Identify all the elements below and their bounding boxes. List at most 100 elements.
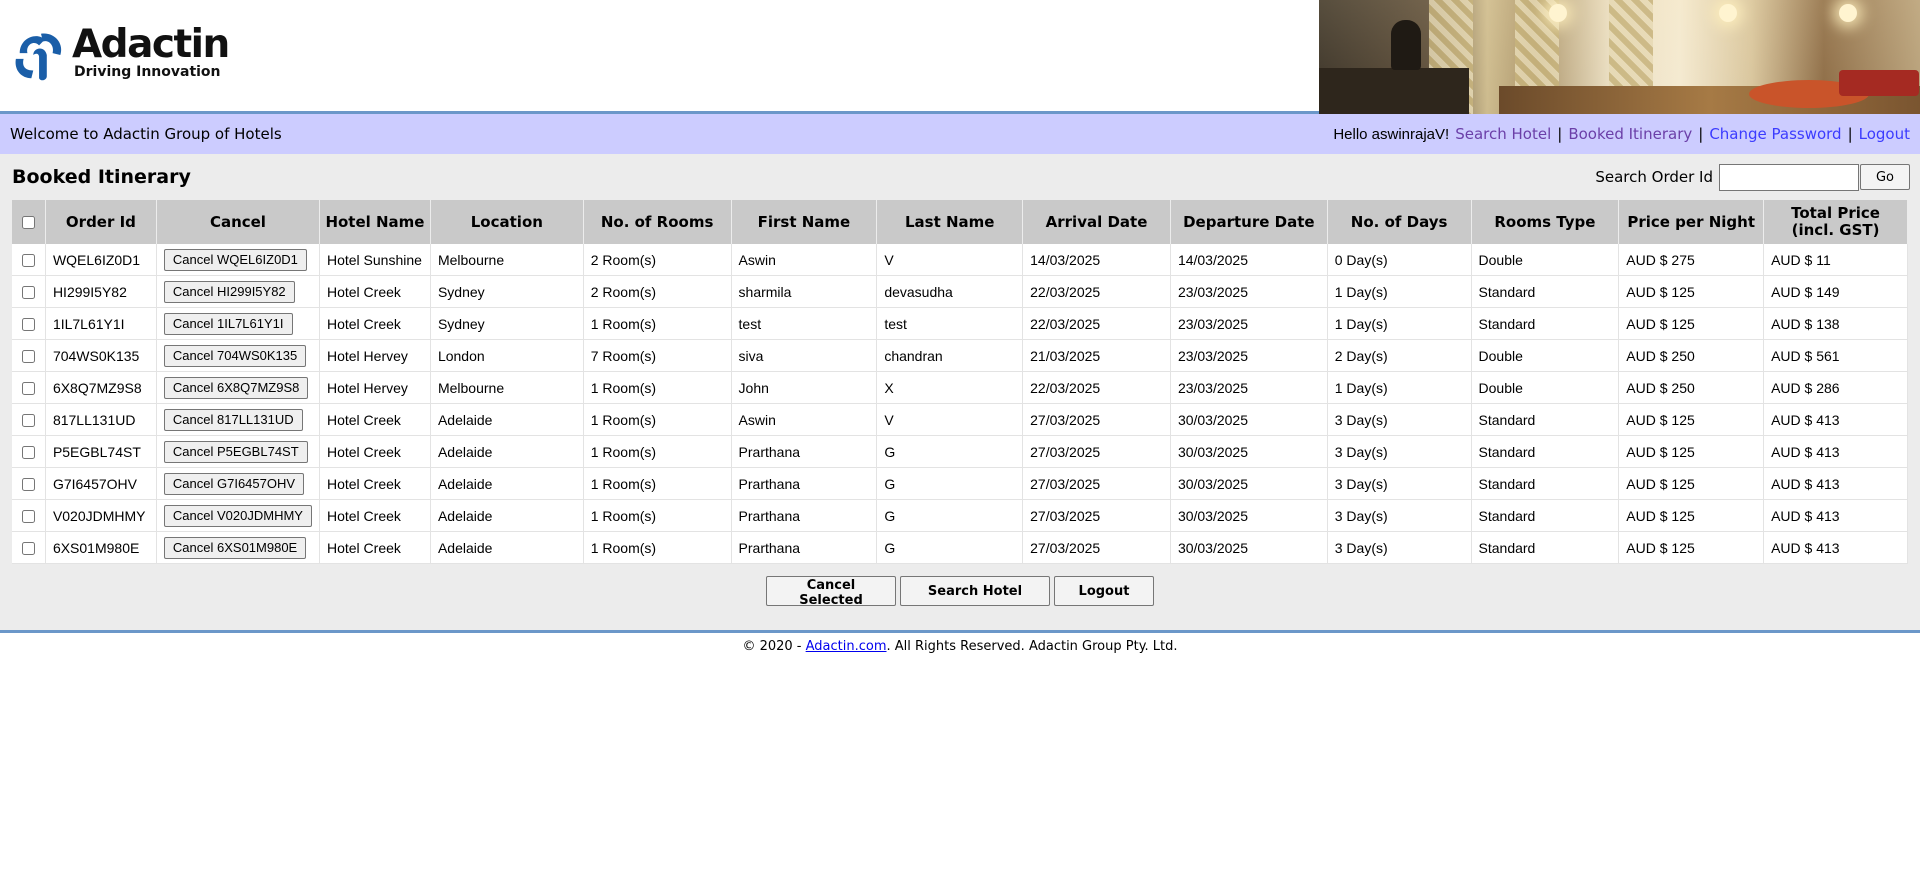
row-select-checkbox[interactable] [21,542,35,556]
col-no-of-rooms: No. of Rooms [583,200,732,244]
action-buttons: Cancel Selected Search Hotel Logout [12,576,1908,608]
footer-copyright-suffix: . All Rights Reserved. Adactin Group Pty… [886,639,1178,654]
hotel-name-cell: Hotel Creek [319,532,431,564]
nav-logout-link[interactable]: Logout [1859,125,1910,143]
adactin-logo: Adactin Driving Innovation [12,22,230,86]
col-last-name: Last Name [877,200,1024,244]
logout-button[interactable]: Logout [1054,576,1154,606]
departure-date-cell: 30/03/2025 [1170,468,1328,500]
cancel-cell: Cancel WQEL6IZ0D1 [156,244,320,276]
location-cell: Sydney [430,276,584,308]
arrival-date-cell: 27/03/2025 [1023,532,1171,564]
col-rooms-type: Rooms Type [1471,200,1620,244]
location-cell: Melbourne [430,244,584,276]
select-all-checkbox[interactable] [21,215,35,229]
first-name-cell: Aswin [731,404,878,436]
location-cell: Adelaide [430,436,584,468]
welcome-text: Welcome to Adactin Group of Hotels [10,125,282,143]
nav-booked-itinerary-link[interactable]: Booked Itinerary [1568,125,1692,143]
nav-change-password-link[interactable]: Change Password [1709,125,1841,143]
last-name-cell: G [877,532,1024,564]
first-name-cell: Prarthana [731,500,878,532]
table-header-row: Order Id Cancel Hotel Name Location No. … [12,200,1908,244]
total-price-cell: AUD $ 138 [1764,308,1908,340]
rooms-cell: 7 Room(s) [583,340,732,372]
total-price-cell: AUD $ 413 [1764,532,1908,564]
hotel-name-cell: Hotel Creek [319,276,431,308]
hotel-name-cell: Hotel Sunshine [319,244,431,276]
logo-name: Adactin [72,22,230,67]
row-cancel-button[interactable]: Cancel HI299I5Y82 [163,280,295,303]
order-id-cell: 6XS01M980E [45,532,157,564]
row-select-checkbox[interactable] [21,478,35,492]
last-name-cell: V [877,244,1024,276]
row-select-checkbox[interactable] [21,414,35,428]
booked-itinerary-table: Order Id Cancel Hotel Name Location No. … [12,200,1908,564]
total-price-cell: AUD $ 413 [1764,500,1908,532]
footer-copyright-prefix: © 2020 - [742,639,806,654]
days-cell: 0 Day(s) [1327,244,1472,276]
hotel-name-cell: Hotel Creek [319,436,431,468]
location-cell: Sydney [430,308,584,340]
rooms-cell: 1 Room(s) [583,372,732,404]
first-name-cell: test [731,308,878,340]
room-type-cell: Standard [1471,308,1620,340]
departure-date-cell: 30/03/2025 [1170,404,1328,436]
last-name-cell: test [877,308,1024,340]
nav-search-hotel-link[interactable]: Search Hotel [1455,125,1551,143]
hotel-name-cell: Hotel Hervey [319,372,431,404]
go-button[interactable]: Go [1860,164,1910,190]
arrival-date-cell: 22/03/2025 [1023,372,1171,404]
last-name-cell: X [877,372,1024,404]
arrival-date-cell: 27/03/2025 [1023,468,1171,500]
departure-date-cell: 30/03/2025 [1170,436,1328,468]
row-cancel-button[interactable]: Cancel 1IL7L61Y1I [163,312,293,335]
last-name-cell: G [877,468,1024,500]
row-cancel-button[interactable]: Cancel 704WS0K135 [163,344,307,367]
arrival-date-cell: 27/03/2025 [1023,436,1171,468]
row-select-checkbox[interactable] [21,286,35,300]
search-order-id-input[interactable] [1719,163,1859,191]
footer-adactin-link[interactable]: Adactin.com [806,639,887,654]
table-row: HI299I5Y82 Cancel HI299I5Y82 Hotel Creek Sy… [12,276,1908,308]
col-departure-date: Departure Date [1170,200,1328,244]
days-cell: 3 Day(s) [1327,500,1472,532]
cancel-cell: Cancel 817LL131UD [156,404,320,436]
row-select-checkbox[interactable] [21,350,35,364]
first-name-cell: John [731,372,878,404]
search-hotel-button[interactable]: Search Hotel [900,576,1050,606]
row-cancel-button[interactable]: Cancel 817LL131UD [163,408,303,431]
row-select-checkbox[interactable] [21,510,35,524]
room-type-cell: Standard [1471,500,1620,532]
col-no-of-days: No. of Days [1327,200,1472,244]
last-name-cell: V [877,404,1024,436]
row-cancel-button[interactable]: Cancel V020JDMHMY [163,504,312,527]
row-select-checkbox[interactable] [21,318,35,332]
row-select-checkbox[interactable] [21,446,35,460]
row-cancel-button[interactable]: Cancel 6XS01M980E [163,536,307,559]
days-cell: 2 Day(s) [1327,340,1472,372]
row-cancel-button[interactable]: Cancel P5EGBL74ST [163,440,308,463]
location-cell: Adelaide [430,404,584,436]
cancel-selected-button[interactable]: Cancel Selected [766,576,896,608]
cancel-cell: Cancel HI299I5Y82 [156,276,320,308]
order-id-cell: 6X8Q7MZ9S8 [45,372,157,404]
row-select-checkbox[interactable] [21,254,35,268]
order-search: Search Order Id Go [1595,163,1910,191]
cancel-cell: Cancel 1IL7L61Y1I [156,308,320,340]
nav-links: Hello aswinrajaV! Search Hotel | Booked … [1333,125,1910,143]
room-type-cell: Double [1471,372,1620,404]
row-cancel-button[interactable]: Cancel WQEL6IZ0D1 [163,248,307,271]
total-price-cell: AUD $ 413 [1764,468,1908,500]
hotel-name-cell: Hotel Creek [319,500,431,532]
last-name-cell: chandran [877,340,1024,372]
days-cell: 1 Day(s) [1327,276,1472,308]
row-select-checkbox[interactable] [21,382,35,396]
departure-date-cell: 23/03/2025 [1170,372,1328,404]
row-cancel-button[interactable]: Cancel G7I6457OHV [163,472,305,495]
cancel-cell: Cancel 6XS01M980E [156,532,320,564]
rooms-cell: 1 Room(s) [583,532,732,564]
arrival-date-cell: 27/03/2025 [1023,404,1171,436]
row-cancel-button[interactable]: Cancel 6X8Q7MZ9S8 [163,376,309,399]
cancel-cell: Cancel P5EGBL74ST [156,436,320,468]
